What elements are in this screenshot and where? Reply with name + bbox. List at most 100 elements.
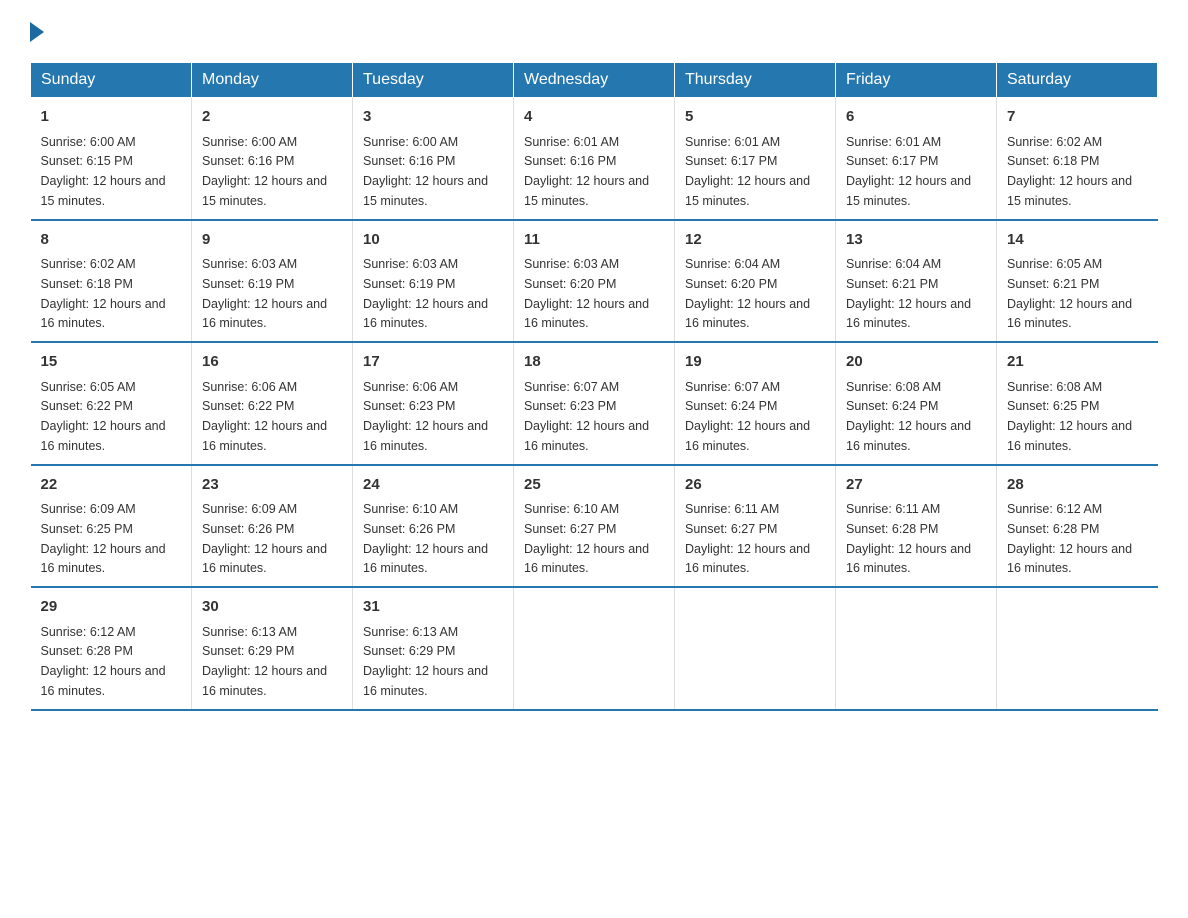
calendar-cell — [836, 587, 997, 710]
logo-arrow-icon — [30, 22, 44, 42]
calendar-cell: 8Sunrise: 6:02 AMSunset: 6:18 PMDaylight… — [31, 220, 192, 343]
day-sunrise: Sunrise: 6:01 AM — [685, 135, 780, 149]
column-header-monday: Monday — [192, 63, 353, 98]
day-number: 16 — [202, 351, 342, 374]
day-daylight: Daylight: 12 hours and 16 minutes. — [202, 419, 327, 453]
day-sunrise: Sunrise: 6:05 AM — [1007, 257, 1102, 271]
day-sunrise: Sunrise: 6:09 AM — [41, 502, 136, 516]
day-number: 26 — [685, 474, 825, 497]
day-sunrise: Sunrise: 6:11 AM — [846, 502, 940, 516]
day-sunset: Sunset: 6:29 PM — [363, 644, 455, 658]
logo — [30, 20, 44, 42]
calendar-cell: 23Sunrise: 6:09 AMSunset: 6:26 PMDayligh… — [192, 465, 353, 588]
calendar-cell: 5 Sunrise: 6:01 AM Sunset: 6:17 PM Daylight… — [675, 98, 836, 220]
day-number: 18 — [524, 351, 664, 374]
day-sunset: Sunset: 6:21 PM — [1007, 277, 1099, 291]
day-sunrise: Sunrise: 6:00 AM — [202, 135, 297, 149]
day-number: 13 — [846, 229, 986, 252]
day-daylight: Daylight: 12 hours and 16 minutes. — [524, 297, 649, 331]
day-sunset: Sunset: 6:29 PM — [202, 644, 294, 658]
day-sunrise: Sunrise: 6:02 AM — [1007, 135, 1102, 149]
day-number: 22 — [41, 474, 182, 497]
day-daylight: Daylight: 12 hours and 15 minutes. — [41, 174, 166, 208]
day-daylight: Daylight: 12 hours and 16 minutes. — [202, 297, 327, 331]
calendar-cell: 26Sunrise: 6:11 AMSunset: 6:27 PMDayligh… — [675, 465, 836, 588]
day-daylight: Daylight: 12 hours and 16 minutes. — [846, 419, 971, 453]
day-sunset: Sunset: 6:16 PM — [363, 154, 455, 168]
day-daylight: Daylight: 12 hours and 16 minutes. — [41, 542, 166, 576]
column-header-saturday: Saturday — [997, 63, 1158, 98]
calendar-cell — [997, 587, 1158, 710]
day-sunset: Sunset: 6:16 PM — [202, 154, 294, 168]
column-header-sunday: Sunday — [31, 63, 192, 98]
day-sunset: Sunset: 6:17 PM — [685, 154, 777, 168]
day-number: 28 — [1007, 474, 1148, 497]
calendar-cell — [675, 587, 836, 710]
day-sunrise: Sunrise: 6:03 AM — [202, 257, 297, 271]
calendar-week-row: 8Sunrise: 6:02 AMSunset: 6:18 PMDaylight… — [31, 220, 1158, 343]
day-sunrise: Sunrise: 6:03 AM — [524, 257, 619, 271]
day-number: 23 — [202, 474, 342, 497]
day-number: 20 — [846, 351, 986, 374]
day-sunset: Sunset: 6:18 PM — [1007, 154, 1099, 168]
day-sunrise: Sunrise: 6:02 AM — [41, 257, 136, 271]
day-number: 9 — [202, 229, 342, 252]
day-sunset: Sunset: 6:16 PM — [524, 154, 616, 168]
day-sunset: Sunset: 6:20 PM — [685, 277, 777, 291]
day-sunset: Sunset: 6:24 PM — [846, 399, 938, 413]
calendar-header-row: SundayMondayTuesdayWednesdayThursdayFrid… — [31, 63, 1158, 98]
day-number: 14 — [1007, 229, 1148, 252]
calendar-cell: 13Sunrise: 6:04 AMSunset: 6:21 PMDayligh… — [836, 220, 997, 343]
day-number: 2 — [202, 106, 342, 129]
calendar-week-row: 29Sunrise: 6:12 AMSunset: 6:28 PMDayligh… — [31, 587, 1158, 710]
day-daylight: Daylight: 12 hours and 16 minutes. — [1007, 419, 1132, 453]
day-number: 5 — [685, 106, 825, 129]
day-sunset: Sunset: 6:19 PM — [202, 277, 294, 291]
calendar-week-row: 1Sunrise: 6:00 AMSunset: 6:15 PMDaylight… — [31, 98, 1158, 220]
day-sunset: Sunset: 6:15 PM — [41, 154, 133, 168]
calendar-cell: 11Sunrise: 6:03 AMSunset: 6:20 PMDayligh… — [514, 220, 675, 343]
day-daylight: Daylight: 12 hours and 16 minutes. — [524, 542, 649, 576]
day-sunset: Sunset: 6:19 PM — [363, 277, 455, 291]
calendar-cell: 20 Sunrise: 6:08 AM Sunset: 6:24 PM Dayligh… — [836, 342, 997, 465]
day-sunset: Sunset: 6:28 PM — [846, 522, 938, 536]
day-daylight: Daylight: 12 hours and 16 minutes. — [363, 419, 488, 453]
day-sunrise: Sunrise: 6:06 AM — [363, 380, 458, 394]
day-number: 30 — [202, 596, 342, 619]
calendar-cell: 27 Sunrise: 6:11 AM Sunset: 6:28 PM Dayligh… — [836, 465, 997, 588]
calendar-cell: 1Sunrise: 6:00 AMSunset: 6:15 PMDaylight… — [31, 98, 192, 220]
day-number: 27 — [846, 474, 986, 497]
day-number: 24 — [363, 474, 503, 497]
calendar-cell: 31Sunrise: 6:13 AMSunset: 6:29 PMDayligh… — [353, 587, 514, 710]
calendar-cell: 25Sunrise: 6:10 AMSunset: 6:27 PMDayligh… — [514, 465, 675, 588]
calendar-cell: 29Sunrise: 6:12 AMSunset: 6:28 PMDayligh… — [31, 587, 192, 710]
day-daylight: Daylight: 12 hours and 15 minutes. — [685, 174, 810, 208]
day-sunset: Sunset: 6:27 PM — [524, 522, 616, 536]
calendar-cell: 3Sunrise: 6:00 AMSunset: 6:16 PMDaylight… — [353, 98, 514, 220]
day-daylight: Daylight: 12 hours and 16 minutes. — [846, 542, 971, 576]
day-sunrise: Sunrise: 6:00 AM — [41, 135, 136, 149]
day-sunset: Sunset: 6:28 PM — [1007, 522, 1099, 536]
day-sunrise: Sunrise: 6:12 AM — [1007, 502, 1102, 516]
day-daylight: Daylight: 12 hours and 16 minutes. — [41, 664, 166, 698]
calendar-table: SundayMondayTuesdayWednesdayThursdayFrid… — [30, 62, 1158, 711]
calendar-cell: 17Sunrise: 6:06 AMSunset: 6:23 PMDayligh… — [353, 342, 514, 465]
calendar-cell: 6Sunrise: 6:01 AMSunset: 6:17 PMDaylight… — [836, 98, 997, 220]
day-sunset: Sunset: 6:26 PM — [202, 522, 294, 536]
day-sunset: Sunset: 6:20 PM — [524, 277, 616, 291]
day-daylight: Daylight: 12 hours and 16 minutes. — [685, 542, 810, 576]
day-daylight: Daylight: 12 hours and 16 minutes. — [363, 542, 488, 576]
day-daylight: Daylight: 12 hours and 15 minutes. — [363, 174, 488, 208]
day-sunrise: Sunrise: 6:08 AM — [846, 380, 941, 394]
day-sunrise: Sunrise: 6:12 AM — [41, 625, 136, 639]
day-daylight: Daylight: 12 hours and 15 minutes. — [202, 174, 327, 208]
day-daylight: Daylight: 12 hours and 16 minutes. — [41, 297, 166, 331]
day-number: 29 — [41, 596, 182, 619]
day-sunset: Sunset: 6:23 PM — [524, 399, 616, 413]
day-sunrise: Sunrise: 6:07 AM — [524, 380, 619, 394]
day-number: 17 — [363, 351, 503, 374]
day-number: 10 — [363, 229, 503, 252]
day-number: 3 — [363, 106, 503, 129]
day-daylight: Daylight: 12 hours and 16 minutes. — [685, 419, 810, 453]
day-sunrise: Sunrise: 6:04 AM — [685, 257, 780, 271]
